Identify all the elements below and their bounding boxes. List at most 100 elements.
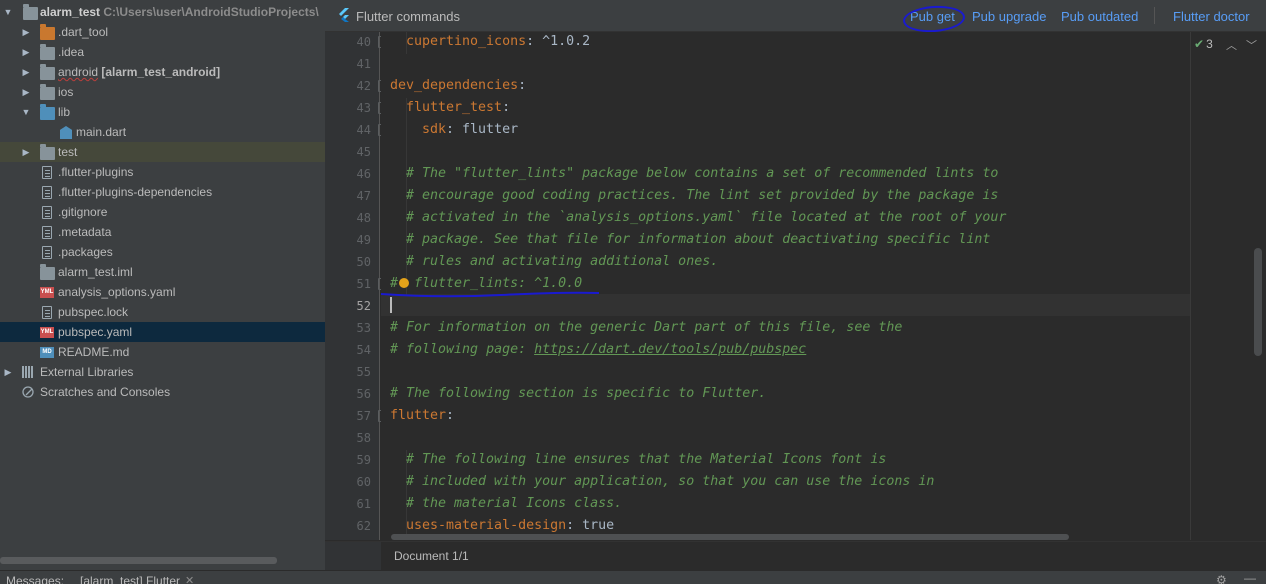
line-number: 56	[356, 387, 371, 401]
tree-item-android[interactable]: ▶ android [alarm_test_android]	[0, 62, 325, 82]
yaml-key: dev_dependencies	[390, 78, 519, 93]
flutter-doctor-link[interactable]: Flutter doctor	[1173, 9, 1250, 24]
chevron-right-icon[interactable]: ▶	[21, 27, 31, 37]
yaml-colon: :	[518, 78, 527, 93]
line-number: 54	[356, 343, 371, 357]
line-number: 62	[356, 519, 371, 533]
editor-vertical-scrollbar[interactable]	[1254, 248, 1262, 356]
tree-item-label: External Libraries	[40, 365, 134, 379]
tree-item-label: test	[58, 145, 78, 159]
flutter-commands-title: Flutter commands	[356, 9, 461, 24]
code-editor[interactable]: cupertino_icons: ^1.0.2 dev_dependencies…	[381, 32, 1190, 540]
pubspec-docs-link[interactable]: https://dart.dev/tools/pub/pubspec	[534, 342, 806, 357]
chevron-up-icon[interactable]: ︿	[1226, 37, 1237, 53]
line-number: 53	[356, 321, 371, 335]
breadcrumb-document[interactable]: Document 1/1	[394, 549, 469, 563]
tree-item-test[interactable]: ▶ test	[0, 142, 325, 162]
tree-item-ios[interactable]: ▶ ios	[0, 82, 325, 102]
tree-item-readme[interactable]: MD README.md	[0, 342, 325, 362]
yaml-colon: :	[502, 100, 511, 115]
tree-item-idea[interactable]: ▶ .idea	[0, 42, 325, 62]
chevron-down-icon[interactable]: ▼	[21, 107, 31, 117]
source-folder-icon	[40, 104, 55, 120]
tree-item-label: pubspec.lock	[58, 305, 129, 319]
tree-item-external-libraries[interactable]: ▶ External Libraries	[0, 362, 325, 382]
line-number: 59	[356, 453, 371, 467]
tree-item-label: .gitignore	[58, 205, 108, 219]
libraries-icon	[22, 366, 36, 379]
tree-root[interactable]: ▼ alarm_test C:\Users\user\AndroidStudio…	[0, 2, 325, 22]
line-number: 44	[356, 123, 371, 137]
module-file-icon	[40, 264, 55, 280]
code-line-60: # included with your application, so tha…	[406, 474, 935, 489]
line-number: 45	[356, 145, 371, 159]
code-line-46: # The "flutter_lints" package below cont…	[406, 166, 999, 181]
code-line-40: cupertino_icons: ^1.0.2	[406, 32, 590, 53]
line-number: 57	[356, 409, 371, 423]
line-number: 41	[356, 57, 371, 71]
minimize-icon[interactable]: —	[1244, 571, 1256, 584]
messages-tab[interactable]: [alarm_test] Flutter	[80, 574, 180, 584]
code-line-48: # activated in the `analysis_options.yam…	[406, 210, 1007, 225]
code-line-59: # The following line ensures that the Ma…	[406, 452, 887, 467]
tree-item-flutter-plugins-dependencies[interactable]: .flutter-plugins-dependencies	[0, 182, 325, 202]
module-name: [alarm_test_android]	[101, 65, 221, 79]
tree-item-pubspec-yaml[interactable]: YML pubspec.yaml	[0, 322, 325, 342]
line-number-gutter[interactable]: 40 41 42 43 44 45 46 47 48 49 50 51 52 5…	[325, 32, 387, 540]
tree-item-analysis-options[interactable]: YML analysis_options.yaml	[0, 282, 325, 302]
tree-item-label: README.md	[58, 345, 130, 359]
chevron-right-icon[interactable]: ▶	[21, 47, 31, 57]
markdown-file-icon: MD	[40, 347, 54, 358]
line-number: 55	[356, 365, 371, 379]
yaml-value: : flutter	[446, 122, 519, 137]
chevron-right-icon[interactable]: ▶	[21, 147, 31, 157]
inspection-widget[interactable]: ✔ 3	[1194, 37, 1213, 51]
folder-icon	[40, 44, 55, 60]
folder-icon	[40, 24, 55, 40]
tree-item-lib[interactable]: ▼ lib	[0, 102, 325, 122]
text-file-icon	[42, 306, 52, 319]
code-line-44: sdk: flutter	[422, 119, 518, 141]
code-line-54: # following page: https://dart.dev/tools…	[390, 339, 806, 361]
editor-horizontal-scrollbar[interactable]	[391, 534, 1069, 540]
module-folder-icon	[23, 4, 38, 20]
project-name: alarm_test	[40, 5, 101, 19]
pub-outdated-link[interactable]: Pub outdated	[1061, 9, 1138, 24]
line-number: 42	[356, 79, 371, 93]
project-tree: ▼ alarm_test C:\Users\user\AndroidStudio…	[0, 0, 325, 570]
tree-item-pubspec-lock[interactable]: pubspec.lock	[0, 302, 325, 322]
chevron-down-icon[interactable]: ▼	[3, 7, 13, 17]
tree-item-label: pubspec.yaml	[58, 325, 133, 339]
tree-item-main-dart[interactable]: main.dart	[0, 122, 325, 142]
yaml-value: : ^1.0.2	[526, 34, 591, 49]
yaml-key: cupertino_icons	[406, 34, 527, 49]
close-icon[interactable]: ✕	[185, 574, 194, 584]
tree-item-gitignore[interactable]: .gitignore	[0, 202, 325, 222]
code-line-42: dev_dependencies:	[390, 75, 526, 97]
project-path: C:\Users\user\AndroidStudioProjects\	[103, 5, 319, 19]
scratches-icon	[22, 385, 36, 399]
tree-item-flutter-plugins[interactable]: .flutter-plugins	[0, 162, 325, 182]
line-number: 46	[356, 167, 371, 181]
tree-item-metadata[interactable]: .metadata	[0, 222, 325, 242]
yaml-file-icon: YML	[40, 287, 54, 298]
tree-item-scratches[interactable]: Scratches and Consoles	[0, 382, 325, 402]
line-number: 49	[356, 233, 371, 247]
tree-item-packages[interactable]: .packages	[0, 242, 325, 262]
chevron-down-icon[interactable]: ﹀	[1246, 37, 1257, 53]
line-number: 58	[356, 431, 371, 445]
tree-item-dart-tool[interactable]: ▶ .dart_tool	[0, 22, 325, 42]
lightbulb-icon[interactable]	[399, 278, 409, 288]
chevron-right-icon[interactable]: ▶	[21, 67, 31, 77]
tree-item-label: .metadata	[58, 225, 112, 239]
yaml-value: : true	[566, 518, 615, 533]
tree-item-alarm-test-iml[interactable]: alarm_test.iml	[0, 262, 325, 282]
gear-icon[interactable]: ⚙	[1216, 573, 1227, 584]
chevron-right-icon[interactable]: ▶	[3, 367, 13, 377]
yaml-file-icon: YML	[40, 327, 54, 338]
messages-tool-window-bar: Messages: [alarm_test] Flutter ✕ ⚙ —	[0, 570, 1266, 584]
chevron-right-icon[interactable]: ▶	[21, 87, 31, 97]
tree-horizontal-scrollbar[interactable]	[0, 557, 277, 564]
code-line-61: # the material Icons class.	[406, 496, 623, 511]
pub-upgrade-link[interactable]: Pub upgrade	[972, 9, 1046, 24]
